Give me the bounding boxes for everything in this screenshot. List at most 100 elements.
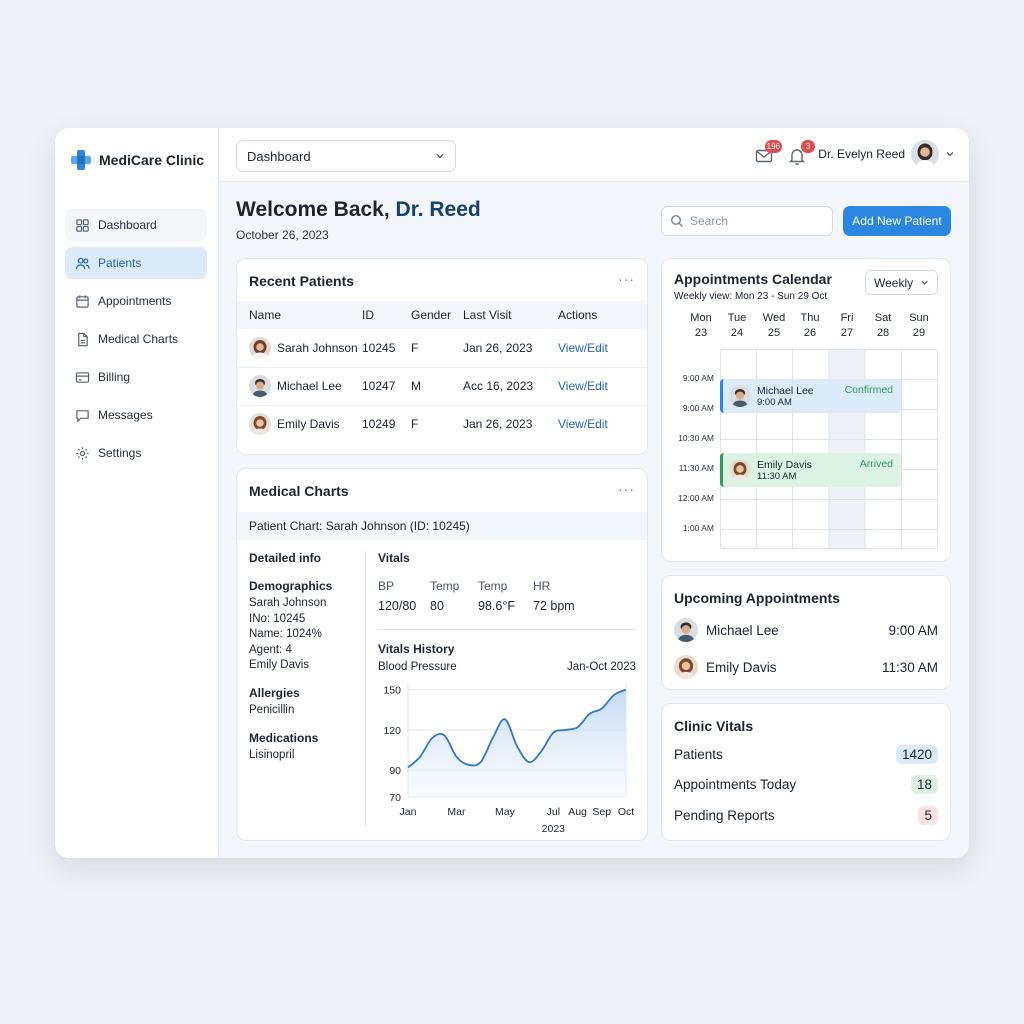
sidebar-item-messages[interactable]: Messages (65, 399, 207, 431)
more-options-button[interactable]: ··· (618, 481, 635, 497)
medication-value: Lisinopril (249, 749, 295, 761)
patient-last-visit: Jan 26, 2023 (463, 417, 533, 432)
calendar-event[interactable]: Michael Lee 9:00 AM Confirmed (720, 379, 901, 413)
user-name: Dr. Evelyn Reed (818, 147, 905, 161)
patient-name: Michael Lee (277, 379, 342, 393)
patient-id: 10249 (362, 417, 396, 432)
view-select[interactable]: Dashboard (236, 140, 456, 172)
sidebar-item-dashboard[interactable]: Dashboard (65, 209, 207, 241)
sidebar-item-billing[interactable]: Billing (65, 361, 207, 393)
event-time: 11:30 AM (757, 470, 797, 482)
series-area (408, 689, 626, 797)
calendar-view-select[interactable]: Weekly (865, 270, 938, 295)
search-box[interactable] (661, 206, 833, 236)
section-heading: Demographics (249, 579, 333, 593)
welcome-prefix: Welcome Back, (236, 198, 396, 221)
event-status: Confirmed (844, 384, 893, 396)
patient-id: 10247 (362, 367, 411, 406)
view-edit-link[interactable]: View/Edit (558, 417, 608, 431)
users-icon (75, 257, 90, 269)
event-name: Michael Lee (757, 384, 814, 397)
x-tick-label: May (495, 806, 516, 818)
sidebar-item-patients[interactable]: Patients (65, 247, 207, 279)
appointment-name: Emily Davis (706, 659, 777, 675)
view-edit-link[interactable]: View/Edit (558, 341, 608, 355)
avatar (249, 336, 271, 359)
welcome-name: Dr. Reed (395, 198, 481, 221)
add-new-patient-button[interactable]: Add New Patient (843, 206, 951, 236)
card-title: Appointments Calendar (674, 271, 832, 287)
x-tick-label: Oct (618, 806, 634, 818)
sidebar-item-appointments[interactable]: Appointments (65, 285, 207, 317)
demographics-line: Name: 1024% (249, 628, 322, 640)
event-status: Arrived (859, 458, 893, 470)
calendar-day-tue[interactable]: Tue 24 (719, 311, 755, 341)
view-edit-link[interactable]: View/Edit (558, 379, 608, 393)
sidebar-item-label: Billing (98, 370, 131, 384)
sidebar-item-label: Appointments (98, 294, 172, 308)
vital-label-temp: Temp (430, 579, 460, 593)
section-heading: Vitals History (378, 642, 455, 656)
card-title: Recent Patients (249, 273, 355, 289)
sidebar-item-settings[interactable]: Settings (65, 437, 207, 469)
x-tick-label: Jul (547, 806, 560, 818)
chevron-down-icon (921, 280, 928, 285)
vital-value-temp: 98.6°F (478, 599, 515, 613)
list-item[interactable]: Michael Lee 9:00 AM (674, 618, 938, 642)
y-tick-label: 90 (389, 765, 401, 777)
brand-name: MediCare Clinic (99, 152, 205, 168)
y-tick-label: 70 (389, 792, 401, 804)
vital-value-bp: 120/80 (378, 599, 417, 613)
table-header-row: Name ID Gender Last Visit Actions (237, 301, 647, 329)
notification-badge: 3 (801, 140, 815, 153)
page-title: Welcome Back, Dr. Reed (236, 198, 481, 222)
x-tick-label: Jan (400, 806, 417, 818)
document-icon (78, 332, 88, 346)
vital-value-temp: 80 (430, 599, 444, 613)
section-heading: Allergies (249, 685, 300, 700)
notifications-button[interactable]: 3 (787, 140, 815, 166)
calendar-time-label: 12:00 AM (678, 493, 714, 503)
patient-gender: F (411, 329, 463, 368)
list-item[interactable]: Emily Davis 11:30 AM (674, 655, 938, 679)
view-select-value: Dashboard (247, 148, 311, 164)
appointment-time: 11:30 AM (881, 659, 938, 675)
brand[interactable]: MediCare Clinic (69, 148, 204, 172)
sidebar-item-medical-charts[interactable]: Medical Charts (65, 323, 207, 355)
appointment-name: Michael Lee (706, 622, 779, 638)
y-tick-label: 120 (383, 725, 401, 737)
avatar (674, 618, 698, 642)
calendar-time-label: 9:00 AM (682, 403, 714, 413)
patient-chart-header: Patient Chart: Sarah Johnson (ID: 10245) (237, 512, 647, 540)
calendar-day-mon[interactable]: Mon 23 (683, 311, 719, 341)
chevron-down-icon (946, 152, 954, 157)
calendar-icon (76, 294, 89, 308)
calendar-time-label: 1:00 AM (682, 523, 714, 533)
table-row[interactable]: Michael Lee 10247 M Acc 16, 2023 View/Ed… (237, 367, 647, 406)
vital-label-temp: Temp (478, 579, 508, 593)
x-tick-label: Mar (447, 806, 466, 818)
sidebar-item-label: Settings (98, 446, 142, 460)
demographics-line: Sarah Johnson (249, 597, 327, 609)
vital-value-hr: 72 bpm (533, 599, 575, 613)
appointment-time: 9:00 AM (888, 622, 938, 638)
calendar-day-sun[interactable]: Sun 29 (901, 311, 937, 341)
calendar-day-fri[interactable]: Fri 27 (829, 311, 865, 341)
table-row[interactable]: Sarah Johnson 10245 F Jan 26, 2023 View/… (237, 329, 647, 368)
column-header: ID (362, 301, 411, 329)
grid-icon (76, 218, 89, 232)
mail-button[interactable]: 196 (754, 140, 782, 166)
calendar-event[interactable]: Emily Davis 11:30 AM Arrived (720, 453, 901, 487)
recent-patients-card: Recent Patients ··· Name ID Gender Last … (236, 258, 648, 455)
table-row[interactable]: Emily Davis 10249 F Jan 26, 2023 View/Ed… (237, 405, 647, 443)
user-menu[interactable]: Dr. Evelyn Reed (818, 140, 955, 168)
calendar-day-sat[interactable]: Sat 28 (865, 311, 901, 341)
calendar-day-thu[interactable]: Thu 26 (792, 311, 828, 341)
search-input[interactable] (690, 214, 820, 228)
patient-name: Sarah Johnson (277, 340, 358, 355)
column-header: Last Visit (463, 301, 558, 329)
credit-card-icon (75, 371, 90, 383)
sidebar-item-label: Medical Charts (98, 332, 179, 346)
calendar-day-wed[interactable]: Wed 25 (756, 311, 792, 341)
more-options-button[interactable]: ··· (618, 271, 635, 287)
